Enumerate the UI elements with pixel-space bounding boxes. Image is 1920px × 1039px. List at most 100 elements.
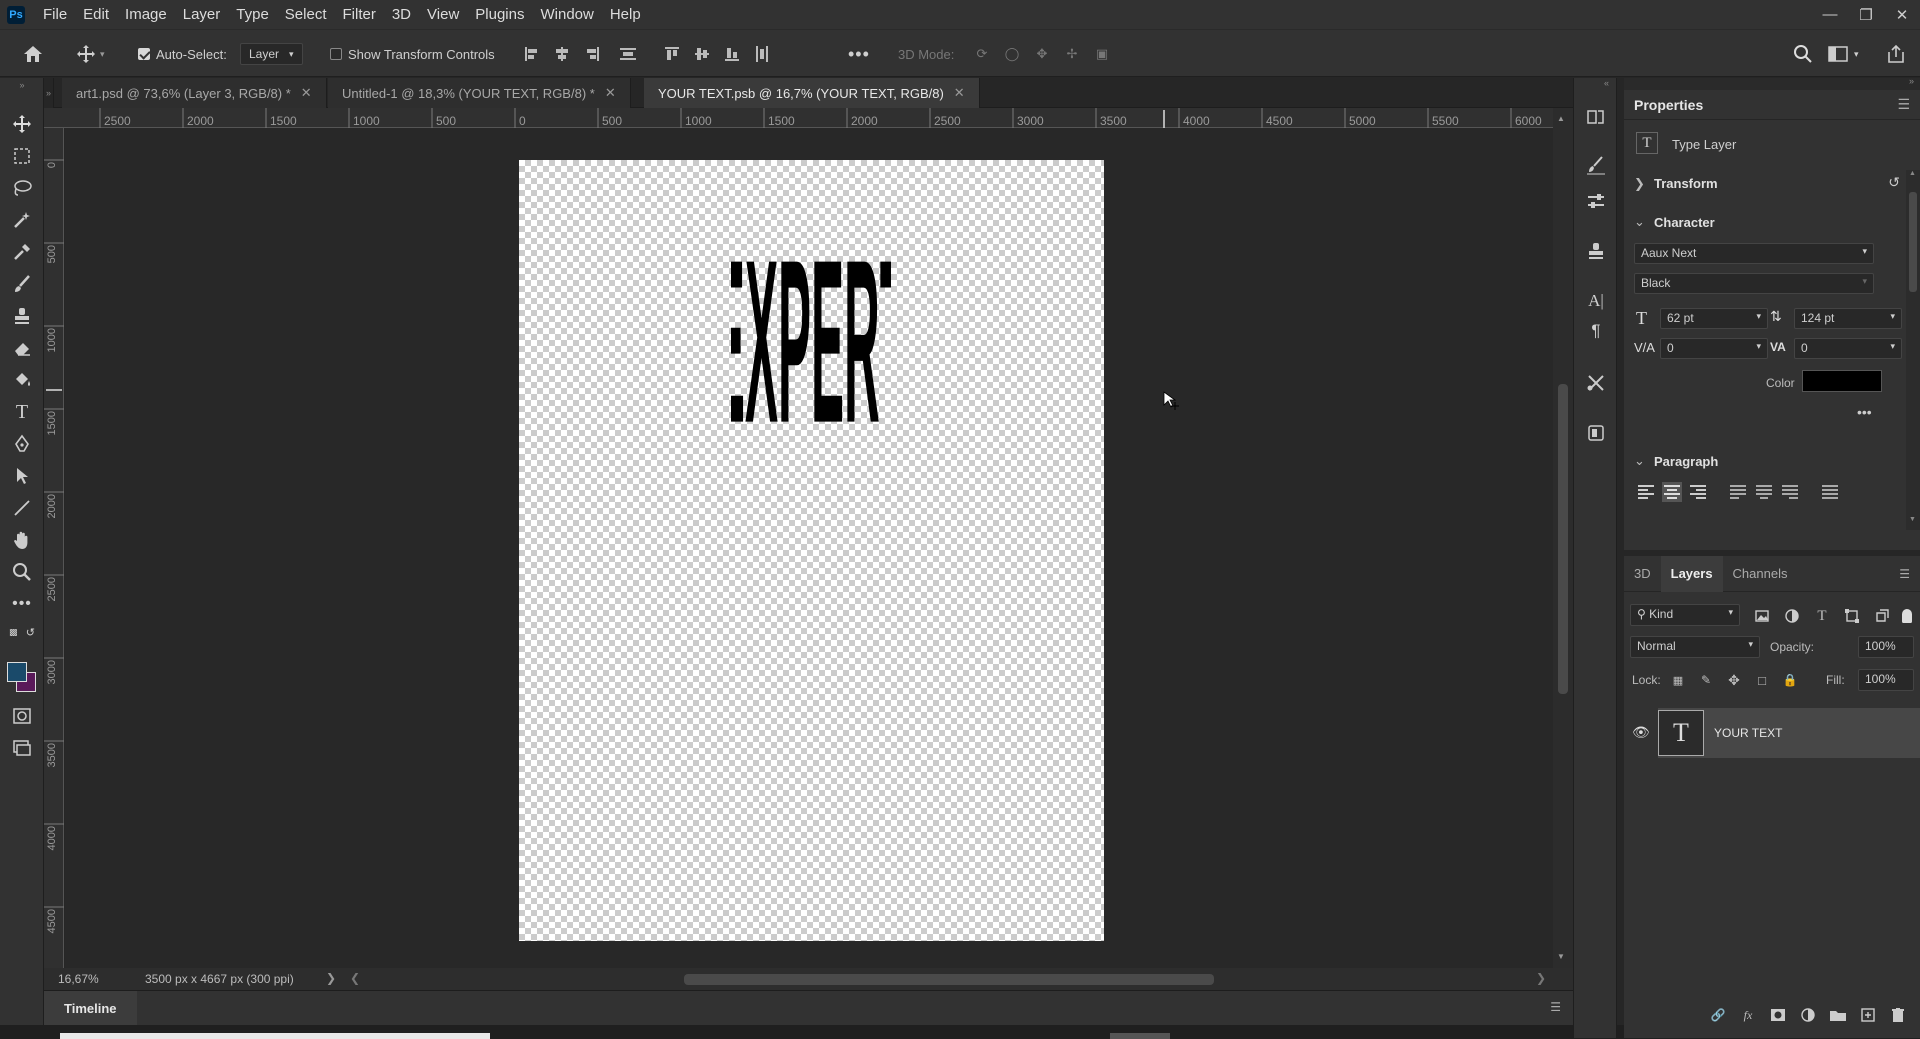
move-tool-icon[interactable]: ▾ (76, 30, 105, 78)
adjustments-icon[interactable] (1583, 188, 1609, 214)
menu-window[interactable]: Window (532, 0, 601, 29)
eyedropper-tool-icon[interactable] (7, 238, 37, 266)
taskbar-item[interactable] (60, 1033, 490, 1039)
justify-all-icon[interactable] (1820, 482, 1840, 502)
lock-position-icon[interactable]: ✥ (1724, 670, 1744, 690)
distribute-horizontal-icon[interactable] (752, 44, 772, 64)
menu-file[interactable]: File (35, 0, 75, 29)
close-tab-icon[interactable]: ✕ (605, 85, 616, 101)
new-adjustment-icon[interactable] (1798, 1005, 1818, 1025)
character-panel-icon[interactable]: A| (1583, 288, 1609, 314)
filter-type-icon[interactable]: T (1812, 606, 1832, 626)
3d-scale-icon[interactable]: ▣ (1092, 44, 1112, 64)
justify-center-icon[interactable] (1754, 482, 1774, 502)
timeline-tab[interactable]: Timeline (44, 991, 137, 1026)
vertical-scroll-thumb[interactable] (1558, 384, 1568, 694)
workspace-icon[interactable]: ▾ (1828, 30, 1859, 78)
screen-mode-icon[interactable] (7, 734, 37, 762)
blend-mode-select[interactable]: Normal ▾ (1630, 636, 1760, 658)
path-selection-tool-icon[interactable] (7, 462, 37, 490)
taskbar-item[interactable] (1110, 1033, 1170, 1039)
tab-untitled-1[interactable]: Untitled-1 @ 18,3% (YOUR TEXT, RGB/8) * ✕ (328, 78, 631, 108)
filter-shape-icon[interactable] (1842, 606, 1862, 626)
fill-field[interactable]: 100% (1858, 669, 1914, 691)
lasso-tool-icon[interactable] (7, 174, 37, 202)
new-layer-icon[interactable] (1858, 1005, 1878, 1025)
paragraph-panel-icon[interactable]: ¶ (1583, 318, 1609, 344)
pen-tool-icon[interactable] (7, 430, 37, 458)
horizontal-scroll-thumb[interactable] (684, 974, 1214, 985)
collapse-icon[interactable]: » (1909, 76, 1914, 86)
scroll-left-icon[interactable]: ❮ (350, 971, 360, 985)
3d-roll-icon[interactable]: ◯ (1002, 44, 1022, 64)
properties-scroll-thumb[interactable] (1909, 192, 1917, 292)
scroll-up-icon[interactable]: ▲ (1557, 114, 1565, 123)
auto-select-checkbox[interactable] (138, 48, 150, 60)
close-tab-icon[interactable]: ✕ (301, 85, 312, 101)
menu-help[interactable]: Help (602, 0, 649, 29)
share-icon[interactable] (1886, 30, 1906, 78)
menu-filter[interactable]: Filter (335, 0, 384, 29)
more-options-icon[interactable]: ••• (848, 30, 870, 78)
menu-type[interactable]: Type (228, 0, 277, 29)
justify-left-icon[interactable] (1728, 482, 1748, 502)
align-center-icon[interactable] (552, 44, 572, 64)
align-top-icon[interactable] (662, 44, 682, 64)
restore-icon[interactable]: ❐ (1848, 0, 1884, 29)
lock-pixels-icon[interactable]: ✎ (1696, 670, 1716, 690)
tab-layers[interactable]: Layers (1660, 555, 1723, 592)
quick-mask-icon[interactable] (7, 702, 37, 730)
tab-3d[interactable]: 3D (1624, 566, 1661, 581)
stamp-tool-icon[interactable] (7, 302, 37, 330)
foreground-color-swatch[interactable] (7, 662, 27, 682)
collapse-icon[interactable]: « (1604, 78, 1609, 88)
menu-layer[interactable]: Layer (175, 0, 229, 29)
link-layers-icon[interactable]: 🔗 (1708, 1005, 1728, 1025)
align-text-center-icon[interactable] (1662, 482, 1682, 502)
collapse-icon[interactable]: » (44, 78, 54, 108)
3d-pan-icon[interactable]: ✥ (1032, 44, 1052, 64)
3d-orbit-icon[interactable]: ⟳ (972, 44, 992, 64)
layer-row[interactable]: T YOUR TEXT (1658, 708, 1920, 758)
show-transform-checkbox[interactable] (330, 48, 342, 60)
brush-tool-icon[interactable] (7, 270, 37, 298)
expand-toolbar-icon[interactable]: » (7, 80, 37, 90)
3d-slide-icon[interactable]: ✢ (1062, 44, 1082, 64)
distribute-vertical-icon[interactable] (618, 44, 638, 64)
clone-source-icon[interactable] (1583, 238, 1609, 264)
lock-artboard-icon[interactable]: □ (1752, 670, 1772, 690)
align-text-right-icon[interactable] (1688, 482, 1708, 502)
character-section[interactable]: Character (1654, 215, 1715, 230)
tracking-field[interactable]: 0 ▾ (1794, 338, 1902, 359)
menu-3d[interactable]: 3D (384, 0, 419, 29)
document-canvas[interactable]: EXPERT (519, 160, 1104, 941)
scroll-down-icon[interactable]: ▼ (1557, 952, 1565, 961)
delete-layer-icon[interactable] (1888, 1005, 1908, 1025)
filter-pixel-icon[interactable] (1752, 606, 1772, 626)
history-icon[interactable] (1583, 104, 1609, 130)
scroll-right-icon[interactable]: ❯ (1536, 971, 1546, 985)
menu-select[interactable]: Select (277, 0, 335, 29)
magic-wand-tool-icon[interactable] (7, 206, 37, 234)
brush-settings-icon[interactable] (1583, 152, 1609, 178)
chevron-right-icon[interactable]: ❯ (1634, 176, 1645, 192)
tab-channels[interactable]: Channels (1723, 566, 1798, 581)
justify-right-icon[interactable] (1780, 482, 1800, 502)
chevron-down-icon[interactable]: ⌄ (1634, 453, 1645, 469)
tab-your-text[interactable]: YOUR TEXT.psb @ 16,7% (YOUR TEXT, RGB/8)… (644, 78, 980, 108)
paint-bucket-tool-icon[interactable] (7, 366, 37, 394)
properties-scrollbar[interactable]: ▲ ▼ (1906, 170, 1920, 530)
align-left-icon[interactable] (522, 44, 542, 64)
opacity-field[interactable]: 100% (1858, 636, 1914, 658)
fx-icon[interactable]: fx (1738, 1005, 1758, 1025)
align-bottom-icon[interactable] (722, 44, 742, 64)
align-text-left-icon[interactable] (1636, 482, 1656, 502)
tab-art1[interactable]: art1.psd @ 73,6% (Layer 3, RGB/8) * ✕ (62, 78, 327, 108)
menu-view[interactable]: View (419, 0, 467, 29)
align-right-icon[interactable] (582, 44, 602, 64)
lock-all-icon[interactable]: 🔒 (1780, 670, 1800, 690)
libraries-icon[interactable] (1583, 420, 1609, 446)
layer-name[interactable]: YOUR TEXT (1714, 726, 1782, 740)
reset-transform-icon[interactable]: ↺ (1888, 174, 1900, 191)
minimize-icon[interactable]: — (1812, 0, 1848, 29)
